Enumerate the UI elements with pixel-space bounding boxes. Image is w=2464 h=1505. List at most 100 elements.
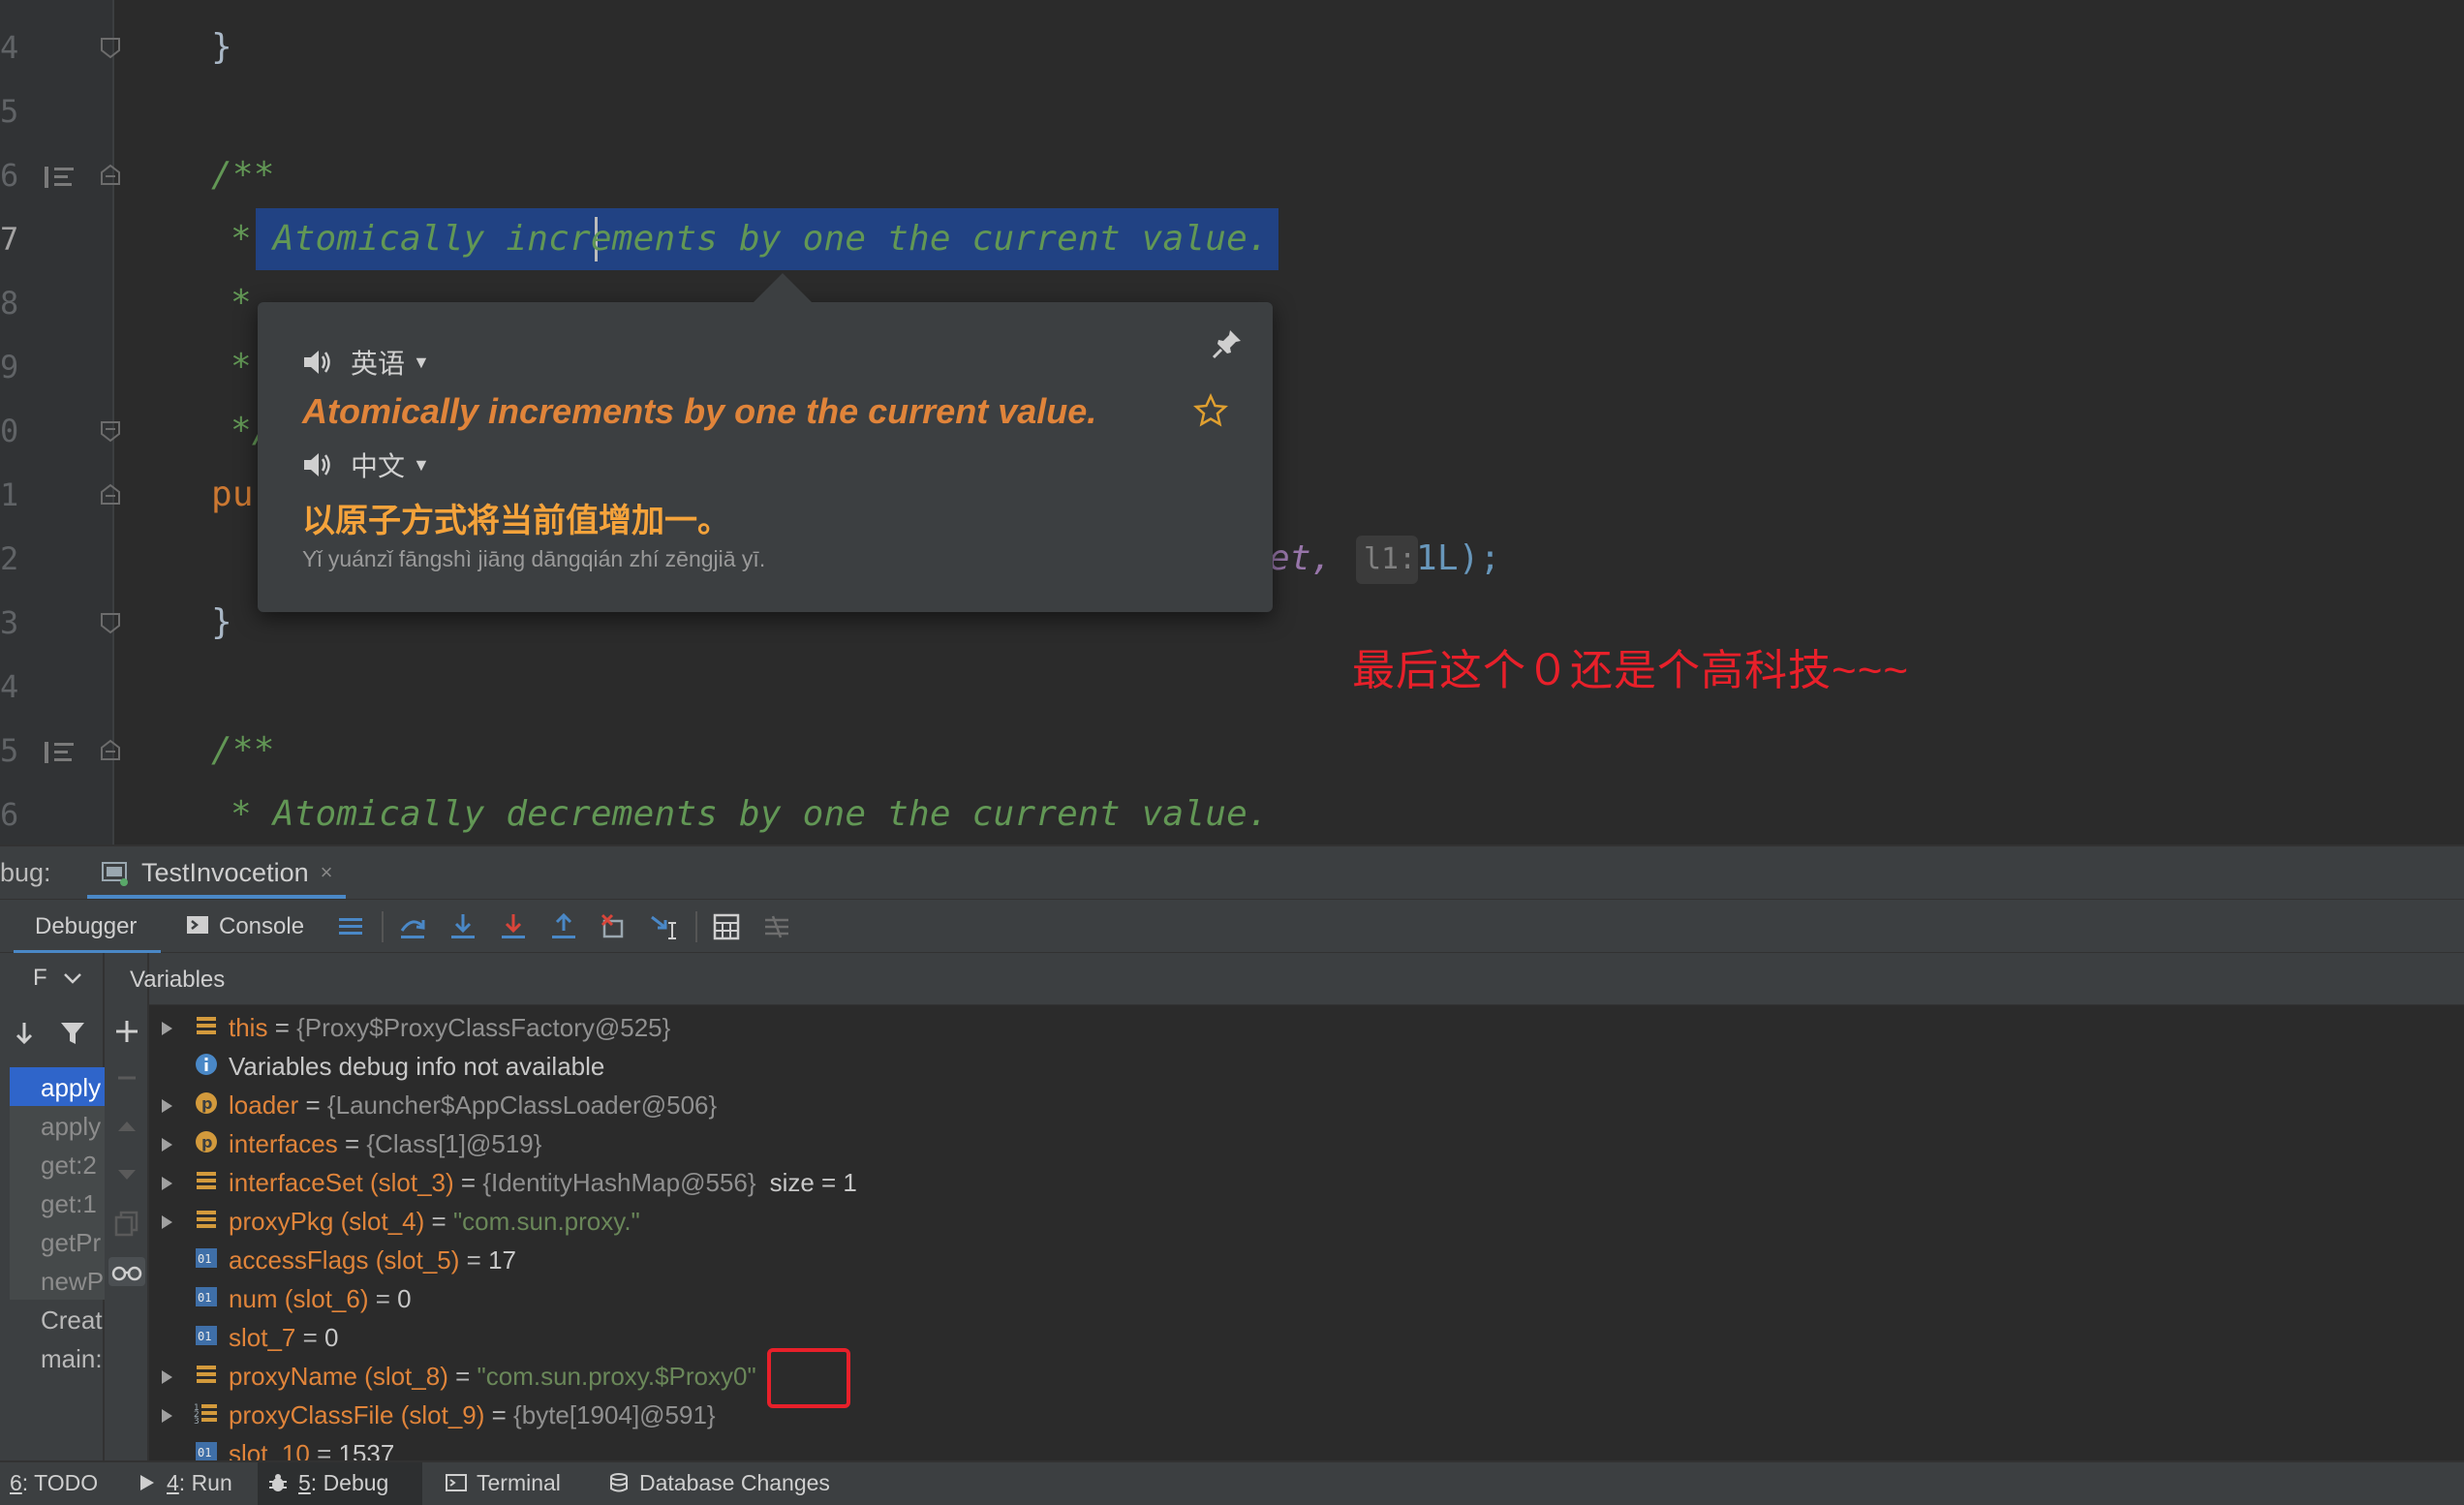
move-up-icon[interactable] (112, 1112, 141, 1141)
variable-row[interactable]: 01 num (slot_6) = 0 (149, 1278, 2464, 1317)
expand-arrow-icon[interactable] (159, 1131, 174, 1152)
frame-item[interactable]: apply (10, 1067, 105, 1106)
remove-watch-icon[interactable] (112, 1063, 141, 1092)
line-number: 4 (0, 29, 19, 66)
expand-arrow-icon[interactable] (159, 1364, 174, 1384)
evaluate-expression-icon[interactable] (711, 911, 742, 942)
svg-text:p: p (201, 1094, 212, 1113)
variable-name: interfaces (229, 1129, 338, 1158)
chevron-down-icon[interactable]: ▼ (413, 455, 430, 476)
variable-equals: = (298, 1090, 327, 1120)
rendered-doc-icon[interactable] (43, 740, 77, 765)
fold-end-icon[interactable] (99, 610, 122, 635)
svg-text:3: 3 (194, 1417, 200, 1426)
variable-row[interactable]: 01 slot_10 = 1537 (149, 1433, 2464, 1460)
variables-header (149, 953, 2464, 1005)
step-over-icon[interactable] (397, 911, 428, 942)
frame-item[interactable]: newP (10, 1261, 105, 1300)
layout-icon[interactable] (335, 911, 366, 942)
variable-name: proxyPkg (slot_4) (229, 1207, 425, 1236)
toolbar-divider (695, 911, 697, 942)
red-annotation: 最后这个０还是个高科技~~~ (1352, 647, 1910, 694)
session-name: TestInvocetion (141, 858, 309, 887)
variable-name: num (slot_6) (229, 1284, 369, 1313)
svg-text:p: p (201, 1133, 212, 1152)
variable-row[interactable]: proxyName (slot_8) = "com.sun.proxy.$Pro… (149, 1356, 2464, 1395)
code-editor[interactable]: 4 } 5 6 /** 7 * Atomically increments by… (0, 0, 2464, 845)
expand-arrow-icon[interactable] (159, 1092, 174, 1113)
pin-icon[interactable] (1211, 327, 1244, 360)
variable-row[interactable]: p interfaces = {Class[1]@519} (149, 1123, 2464, 1162)
frame-item[interactable]: main: (10, 1338, 105, 1377)
variable-equals: = (337, 1129, 367, 1158)
variable-row[interactable]: p loader = {Launcher$AppClassLoader@506} (149, 1085, 2464, 1123)
fold-start-icon[interactable] (99, 738, 122, 763)
line-number: 7 (0, 221, 19, 258)
glasses-icon[interactable] (108, 1257, 145, 1286)
variable-row[interactable]: 01 slot_7 = 0 (149, 1317, 2464, 1356)
fold-start-icon[interactable] (99, 482, 122, 507)
chevron-down-icon[interactable]: ▼ (413, 353, 430, 373)
variable-row[interactable]: this = {Proxy$ProxyClassFactory@525} (149, 1007, 2464, 1046)
frame-item[interactable]: getPr (10, 1222, 105, 1261)
variable-name: slot_7 (229, 1323, 296, 1352)
variable-row[interactable]: interfaceSet (slot_3) = {IdentityHashMap… (149, 1162, 2464, 1201)
tool-label: : TODO (21, 1470, 99, 1495)
move-down-icon[interactable] (112, 1160, 141, 1189)
debug-title: bug: (0, 858, 51, 887)
variable-value: {Class[1]@519} (366, 1129, 542, 1158)
step-into-icon[interactable] (447, 911, 478, 942)
expand-arrow-icon[interactable] (159, 1170, 174, 1190)
variable-equals: = (453, 1168, 483, 1197)
star-icon[interactable] (1192, 392, 1229, 428)
fold-start-icon[interactable] (99, 163, 122, 188)
frame-item[interactable]: apply (10, 1106, 105, 1145)
todo-tool-button[interactable]: 6: TODO (0, 1462, 109, 1505)
variable-equals: = (295, 1323, 325, 1352)
arrow-down-icon[interactable] (10, 1019, 39, 1048)
speaker-icon[interactable] (300, 449, 333, 480)
drop-frame-icon[interactable] (599, 911, 630, 942)
run-to-cursor-icon[interactable] (649, 911, 680, 942)
copy-icon[interactable] (112, 1209, 141, 1238)
variable-row[interactable]: proxyPkg (slot_4) = "com.sun.proxy." (149, 1201, 2464, 1240)
step-out-icon[interactable] (548, 911, 579, 942)
fold-end-icon[interactable] (99, 35, 122, 60)
add-watch-icon[interactable] (112, 1017, 141, 1046)
expand-arrow-icon[interactable] (159, 1209, 174, 1229)
line-number: 4 (0, 668, 19, 705)
database-changes-tool-button[interactable]: Database Changes (599, 1462, 842, 1505)
chevron-down-icon[interactable] (62, 970, 83, 986)
tab-console[interactable]: Console (186, 900, 322, 954)
variable-row[interactable]: Variables debug info not available (149, 1046, 2464, 1085)
code-line: 5 /** (0, 719, 2464, 783)
debug-tool-button[interactable]: 5: Debug (258, 1462, 422, 1505)
speaker-icon[interactable] (300, 347, 333, 378)
frame-item[interactable]: get:1 (10, 1183, 105, 1222)
code-line: 5 (0, 79, 2464, 143)
force-step-into-icon[interactable] (498, 911, 529, 942)
source-language-selector[interactable]: 英语 (351, 343, 405, 382)
expand-arrow-icon[interactable] (159, 1015, 174, 1035)
code-text: * Atomically decrements by one the curre… (231, 794, 1269, 834)
code-text: * (231, 347, 252, 386)
fold-end-icon[interactable] (99, 418, 122, 444)
target-language-selector[interactable]: 中文 (351, 445, 405, 484)
variable-value: {byte[1904]@591} (513, 1400, 716, 1429)
code-text: /** (211, 730, 275, 770)
trace-stream-icon[interactable] (761, 911, 792, 942)
close-icon[interactable]: × (321, 860, 333, 885)
thread-dropdown[interactable]: F (33, 965, 47, 992)
debug-session-tab[interactable]: TestInvocetion × (87, 846, 347, 899)
variable-row[interactable]: 01 accessFlags (slot_5) = 17 (149, 1240, 2464, 1278)
filter-icon[interactable] (58, 1019, 87, 1048)
expand-arrow-icon[interactable] (159, 1402, 174, 1423)
frame-item[interactable]: Creat (10, 1300, 105, 1338)
tab-debugger[interactable]: Debugger (14, 900, 161, 954)
terminal-tool-button[interactable]: Terminal (436, 1462, 572, 1505)
rendered-doc-icon[interactable] (43, 165, 77, 190)
frame-item[interactable]: get:2 (10, 1145, 105, 1183)
run-tool-button[interactable]: 4: Run (126, 1462, 244, 1505)
variable-row[interactable]: 1 2 3 proxyClassFile (slot_9) = {byte[1904]… (149, 1395, 2464, 1433)
line-number: 6 (0, 157, 19, 194)
